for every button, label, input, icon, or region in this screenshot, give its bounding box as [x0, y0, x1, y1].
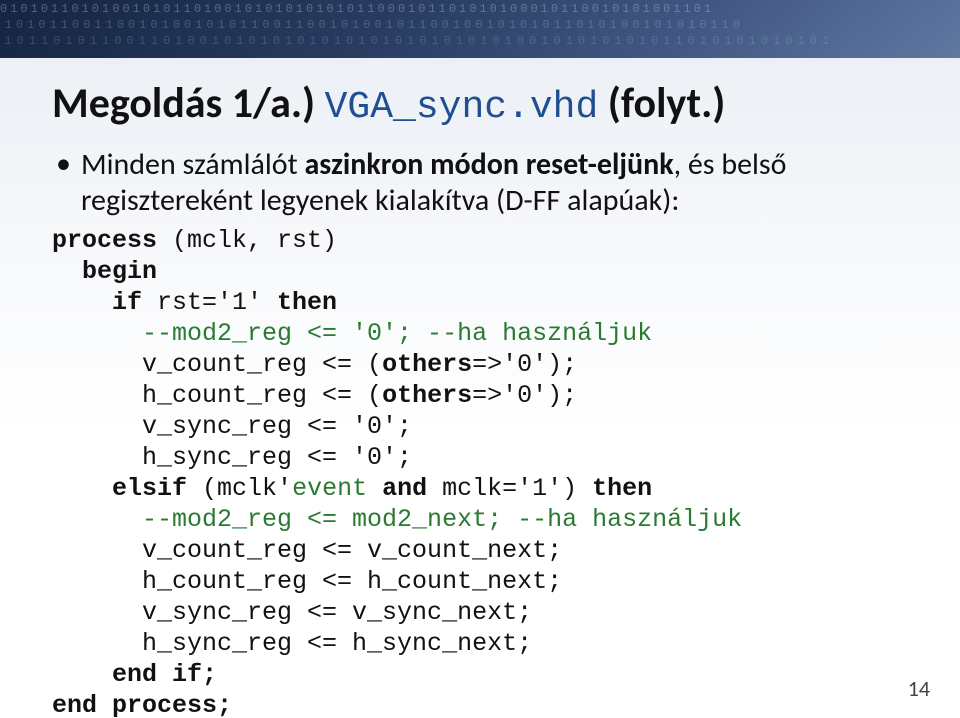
bullet-prefix: Minden számlálót [81, 146, 304, 183]
kw-others2: others [382, 381, 472, 410]
kw-begin: begin [52, 257, 157, 286]
code-l09b: (mclk' [187, 474, 292, 503]
kw-if: if [52, 288, 142, 317]
code-l05c: =>'0'); [472, 350, 577, 379]
kw-event: event [292, 474, 382, 503]
kw-others1: others [382, 350, 472, 379]
title-filename: VGA_sync.vhd [325, 86, 599, 129]
code-l01b: (mclk, rst) [157, 226, 337, 255]
code-l12: h_count_reg <= h_count_next; [52, 567, 562, 596]
code-l11: v_count_reg <= v_count_next; [52, 536, 562, 565]
comment-2: --mod2_reg <= mod2_next; --ha használjuk [52, 505, 742, 534]
kw-and: and [382, 474, 427, 503]
code-l08: h_sync_reg <= '0'; [52, 443, 412, 472]
code-l06c: =>'0'); [472, 381, 577, 410]
bullet-bold: aszinkron módon reset-eljünk [304, 146, 673, 183]
kw-then1: then [277, 288, 337, 317]
kw-elsif: elsif [52, 474, 187, 503]
slide: 0110110101100110100101010101010101010101… [0, 0, 960, 718]
title-part1: Megoldás 1/a.) [52, 78, 325, 129]
code-l03b: rst='1' [142, 288, 277, 317]
bullet-text: Minden számlálót aszinkron módon reset-e… [81, 147, 908, 219]
slide-title: Megoldás 1/a.) VGA_sync.vhd (folyt.) [52, 78, 908, 129]
title-part2: (folyt.) [598, 78, 725, 129]
kw-endprocess: end process; [52, 691, 232, 718]
code-l13: v_sync_reg <= v_sync_next; [52, 598, 532, 627]
code-l05a: v_count_reg <= ( [52, 350, 382, 379]
slide-content: Megoldás 1/a.) VGA_sync.vhd (folyt.) • M… [52, 78, 908, 718]
bullet-dot-icon: • [56, 147, 71, 181]
header-banner: 0110110101100110100101010101010101010101… [0, 0, 960, 58]
code-l09e: mclk='1') [427, 474, 592, 503]
code-l06a: h_count_reg <= ( [52, 381, 382, 410]
code-l14: h_sync_reg <= h_sync_next; [52, 629, 532, 658]
bullet-item: • Minden számlálót aszinkron módon reset… [56, 147, 908, 219]
banner-decoration: 0110110101100110100101010101010101010101… [0, 34, 960, 48]
comment-1: --mod2_reg <= '0'; --ha használjuk [52, 319, 652, 348]
code-l07: v_sync_reg <= '0'; [52, 412, 412, 441]
page-number: 14 [908, 675, 930, 702]
kw-endif: end if; [52, 660, 217, 689]
kw-then2: then [592, 474, 652, 503]
kw-process: process [52, 226, 157, 255]
code-block: process (mclk, rst) begin if rst='1' the… [52, 225, 908, 718]
